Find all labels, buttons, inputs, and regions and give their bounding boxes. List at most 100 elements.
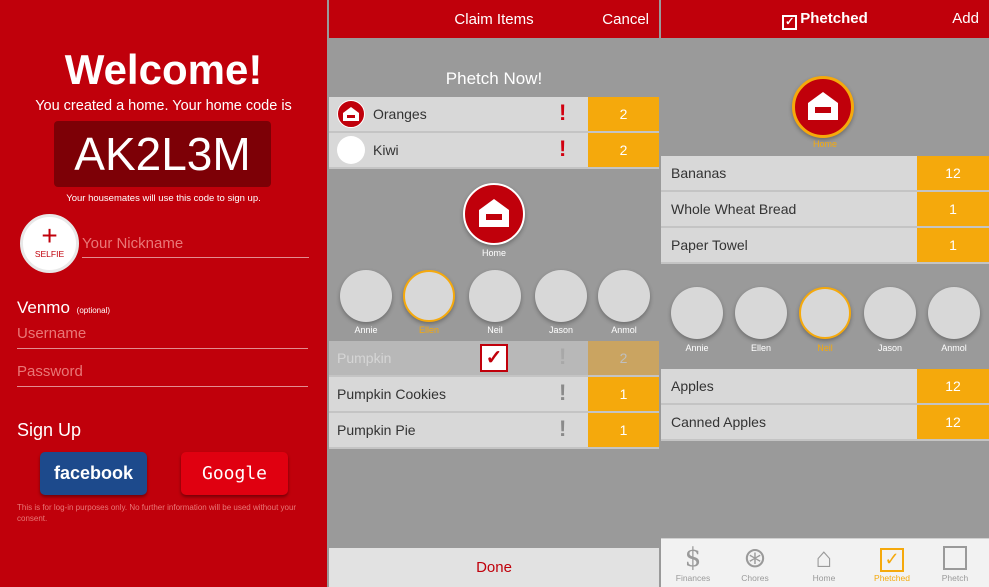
urgent-icon: !	[559, 136, 567, 161]
venmo-password-input[interactable]: Password	[17, 363, 308, 387]
empty-box-icon	[925, 543, 985, 573]
selfie-label: SELFIE	[34, 249, 65, 259]
phetched-screen: ✓ Phetched Add Home Bananas 12 Whole Whea…	[661, 0, 989, 587]
sign-up-heading: Sign Up	[17, 420, 82, 440]
item-quantity: 12	[917, 405, 989, 439]
priority-icon: !	[559, 380, 567, 405]
user-avatar-icon	[337, 136, 365, 164]
person-avatar-annie[interactable]	[671, 287, 723, 339]
home-code-note: Your housemates will use this code to si…	[66, 193, 261, 204]
venmo-username-input[interactable]: Username	[17, 325, 308, 349]
item-quantity: 12	[917, 156, 989, 190]
claim-items-header: Claim Items Cancel	[329, 0, 659, 38]
tab-label: Phetch	[941, 573, 969, 583]
item-name: Pumpkin Cookies	[337, 386, 446, 402]
selfie-button[interactable]: + SELFIE	[20, 214, 79, 273]
welcome-title: Welcome!	[64, 46, 263, 93]
item-name: Apples	[671, 378, 714, 394]
item-quantity: 2	[588, 133, 659, 167]
item-name: Whole Wheat Bread	[671, 201, 797, 217]
tab-finances[interactable]: $ Finances	[663, 543, 723, 583]
phetch-now-heading: Phetch Now!	[445, 69, 543, 88]
checkbox-icon: ✓	[782, 15, 798, 30]
facebook-login-button[interactable]: facebook	[40, 452, 147, 495]
home-icon	[337, 100, 365, 128]
person-avatar-anmol[interactable]	[928, 287, 980, 339]
person-name: Jason	[877, 343, 903, 353]
urgent-item-row[interactable]: Kiwi ! 2	[329, 133, 659, 169]
tab-home[interactable]: ⌂ Home	[794, 542, 854, 584]
item-row[interactable]: Pumpkin Cookies ! 1	[329, 377, 659, 413]
tab-chores[interactable]: ⊛ Chores	[725, 542, 785, 584]
person-name: Jason	[548, 325, 574, 335]
person-name: Anmol	[611, 325, 637, 335]
urgent-item-row[interactable]: Oranges ! 2	[329, 97, 659, 133]
house-icon: ⌂	[815, 542, 833, 573]
tab-phetched[interactable]: ✓ Phetched	[862, 543, 922, 583]
priority-icon: !	[559, 344, 567, 369]
phetched-title-text: Phetched	[800, 10, 868, 27]
nickname-input[interactable]: Your Nickname	[82, 233, 309, 258]
phetched-header: ✓ Phetched Add	[661, 0, 989, 38]
person-name: Anmol	[941, 343, 967, 353]
dollar-icon: $	[684, 543, 702, 573]
item-name: Bananas	[671, 165, 727, 181]
home-created-text: You created a home. Your home code is	[35, 98, 292, 114]
tab-phetch[interactable]: Phetch	[925, 543, 985, 583]
done-button[interactable]: Done	[329, 548, 659, 587]
home-label: Home	[481, 248, 506, 258]
tab-label: Finances	[675, 573, 711, 583]
item-row[interactable]: Whole Wheat Bread 1	[661, 192, 989, 228]
item-row[interactable]: Paper Towel 1	[661, 228, 989, 264]
person-avatar-annie[interactable]	[340, 270, 392, 322]
person-avatar-ellen[interactable]	[403, 270, 455, 322]
checkbox-icon: ✓	[862, 543, 922, 573]
phetched-title: ✓ Phetched	[661, 10, 989, 30]
priority-icon: !	[559, 416, 567, 441]
plus-icon: +	[41, 220, 58, 251]
item-quantity: 1	[917, 228, 989, 262]
item-name: Pumpkin Pie	[337, 422, 416, 438]
item-row[interactable]: Canned Apples 12	[661, 405, 989, 441]
person-name: Ellen	[750, 343, 771, 353]
item-quantity: 1	[588, 413, 659, 447]
person-name-selected: Neil	[817, 343, 833, 353]
item-row[interactable]: Bananas 12	[661, 156, 989, 192]
person-name: Annie	[685, 343, 709, 353]
add-button[interactable]: Add	[952, 10, 979, 27]
claim-items-screen: Claim Items Cancel Phetch Now! Oranges !…	[329, 0, 659, 587]
home-code: AK2L3M	[54, 121, 271, 187]
person-name: Neil	[487, 325, 503, 335]
item-row[interactable]: Pumpkin Pie ! 1	[329, 413, 659, 449]
item-row-claimed[interactable]: Pumpkin ✓ ! 2	[329, 341, 659, 377]
tab-label: Chores	[741, 573, 769, 583]
item-row[interactable]: Apples 12	[661, 369, 989, 405]
home-button[interactable]	[792, 76, 854, 138]
urgent-icon: !	[559, 100, 567, 125]
person-avatar-neil[interactable]	[469, 270, 521, 322]
person-name-selected: Ellen	[418, 325, 439, 335]
welcome-screen: Welcome! You created a home. Your home c…	[0, 0, 327, 587]
person-name: Annie	[354, 325, 378, 335]
home-button[interactable]	[463, 183, 525, 245]
wheel-icon: ⊛	[743, 542, 767, 573]
cancel-button[interactable]: Cancel	[602, 11, 649, 28]
item-quantity: 1	[917, 192, 989, 226]
person-avatar-anmol[interactable]	[598, 270, 650, 322]
venmo-heading: Venmo (optional)	[17, 298, 110, 318]
bottom-tab-bar: $ Finances ⊛ Chores ⌂ Home ✓ Phetched Ph…	[661, 538, 989, 587]
checkbox-icon[interactable]: ✓	[480, 344, 508, 372]
item-name: Paper Towel	[671, 237, 748, 253]
item-name: Oranges	[373, 106, 427, 122]
venmo-label: Venmo	[17, 298, 70, 317]
google-login-button[interactable]: Google	[181, 452, 288, 495]
person-avatar-neil[interactable]	[799, 287, 851, 339]
person-avatar-jason[interactable]	[864, 287, 916, 339]
item-quantity: 2	[588, 341, 659, 375]
item-name: Canned Apples	[671, 414, 766, 430]
item-quantity: 2	[588, 97, 659, 131]
item-quantity: 12	[917, 369, 989, 403]
item-name: Pumpkin	[337, 350, 392, 366]
person-avatar-jason[interactable]	[535, 270, 587, 322]
person-avatar-ellen[interactable]	[735, 287, 787, 339]
